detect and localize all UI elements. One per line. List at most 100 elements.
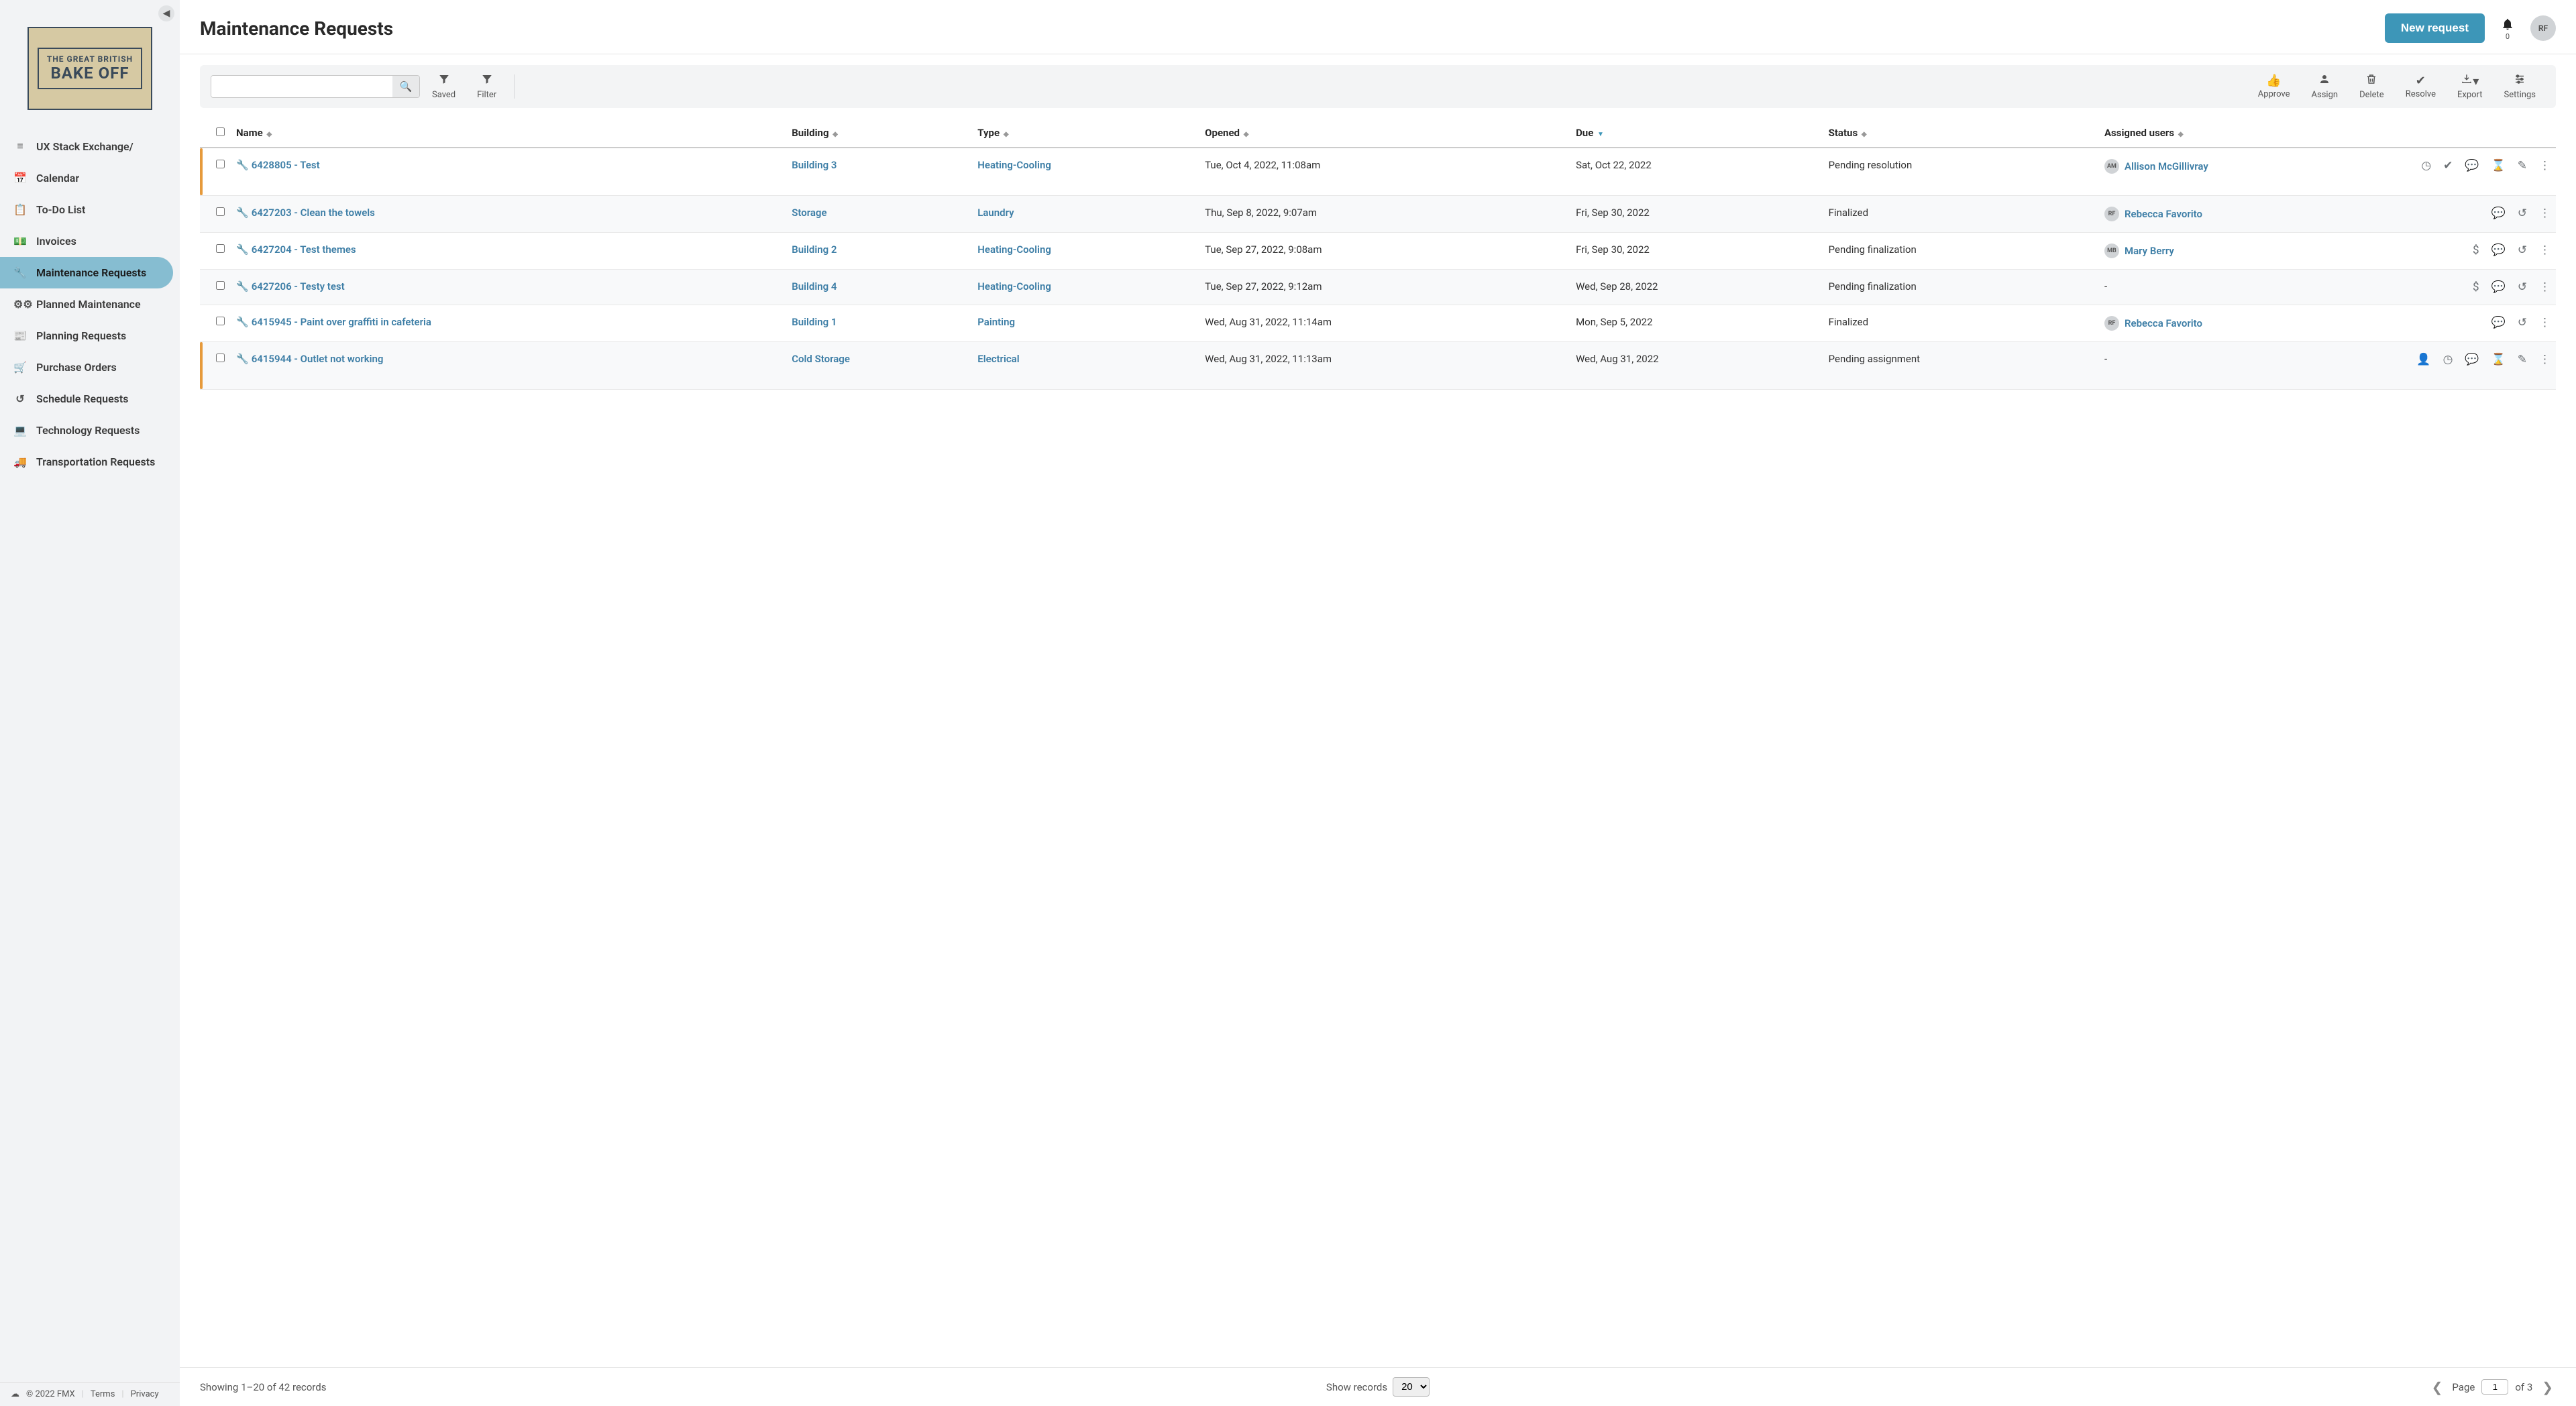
select-all-checkbox[interactable] [216,127,225,136]
export-button[interactable]: ▾ Export [2448,70,2492,103]
type-link[interactable]: Heating-Cooling [977,280,1051,292]
due-cell: Fri, Sep 30, 2022 [1570,196,1823,233]
row-action-hourglass[interactable]: ⌛ [2491,159,2506,172]
user-link[interactable]: Allison McGillivray [2125,160,2208,172]
request-link[interactable]: 🔧6427203 - Clean the towels [236,207,375,219]
building-link[interactable]: Cold Storage [792,353,850,365]
sidebar-item-planned-maintenance[interactable]: ⚙⚙Planned Maintenance [0,288,173,320]
request-link[interactable]: 🔧6415945 - Paint over graffiti in cafete… [236,316,431,328]
footer-terms-link[interactable]: Terms [91,1389,115,1399]
col-due[interactable]: Due ▼ [1570,119,1823,148]
type-link[interactable]: Heating-Cooling [977,159,1051,171]
row-action-undo[interactable]: ↺ [2518,207,2527,220]
sidebar-item-maintenance-requests[interactable]: 🔧Maintenance Requests [0,257,173,288]
saved-button[interactable]: Saved [423,70,465,103]
user-link[interactable]: Rebecca Favorito [2125,317,2202,329]
row-checkbox[interactable] [216,354,225,362]
row-action-undo[interactable]: ↺ [2518,280,2527,294]
col-opened[interactable]: Opened ◆ [1199,119,1570,148]
building-link[interactable]: Building 1 [792,316,837,328]
col-type[interactable]: Type ◆ [972,119,1199,148]
row-checkbox[interactable] [216,244,225,253]
building-link[interactable]: Building 3 [792,159,837,171]
row-checkbox[interactable] [216,317,225,325]
building-link[interactable]: Building 4 [792,280,837,292]
prev-page-button[interactable]: ❮ [2429,1379,2446,1395]
assign-button[interactable]: Assign [2302,70,2348,103]
row-action-dollar[interactable]: $ [2473,280,2479,294]
request-link[interactable]: 🔧6427204 - Test themes [236,244,356,256]
filter-icon [481,73,493,89]
sidebar-item-ux-stack-exchange-[interactable]: ≡UX Stack Exchange/ [0,130,173,162]
type-link[interactable]: Laundry [977,207,1014,219]
row-action-comment[interactable]: 💬 [2491,280,2506,294]
row-checkbox[interactable] [216,160,225,168]
request-link[interactable]: 🔧6415944 - Outlet not working [236,353,383,365]
col-name[interactable]: Name ◆ [231,119,786,148]
row-action-undo[interactable]: ↺ [2518,244,2527,257]
footer-privacy-link[interactable]: Privacy [131,1389,159,1399]
row-action-hourglass[interactable]: ⌛ [2491,353,2506,366]
resolve-button[interactable]: ✔ Resolve [2396,71,2445,102]
sidebar-item-transportation-requests[interactable]: 🚚Transportation Requests [0,446,173,478]
row-actions: 💬 ↺ ⋮ [2414,207,2551,220]
building-link[interactable]: Building 2 [792,244,837,256]
row-action-dollar[interactable]: $ [2473,244,2479,257]
next-page-button[interactable]: ❯ [2539,1379,2556,1395]
row-checkbox[interactable] [216,207,225,216]
row-action-menu[interactable]: ⋮ [2539,207,2551,220]
row-action-clock[interactable]: ◷ [2443,353,2453,366]
row-action-edit[interactable]: ✎ [2518,353,2527,366]
row-action-comment[interactable]: 💬 [2491,316,2506,329]
sidebar-item-calendar[interactable]: 📅Calendar [0,162,173,194]
sidebar-item-schedule-requests[interactable]: ↺Schedule Requests [0,383,173,415]
wrench-icon: 🔧 [236,159,249,171]
user-link[interactable]: Rebecca Favorito [2125,208,2202,220]
col-building[interactable]: Building ◆ [786,119,972,148]
notifications-button[interactable]: 0 [2501,15,2514,41]
col-status[interactable]: Status ◆ [1823,119,2099,148]
filter-button[interactable]: Filter [468,70,506,103]
search-button[interactable]: 🔍 [392,76,419,97]
type-link[interactable]: Heating-Cooling [977,244,1051,256]
row-action-check[interactable]: ✔ [2443,159,2453,172]
request-link[interactable]: 🔧6428805 - Test [236,159,320,171]
row-action-clock[interactable]: ◷ [2421,159,2431,172]
sidebar-item-planning-requests[interactable]: 📰Planning Requests [0,320,173,352]
row-action-menu[interactable]: ⋮ [2539,316,2551,329]
sidebar-item-label: Purchase Orders [36,361,117,374]
type-link[interactable]: Electrical [977,353,1019,365]
user-link[interactable]: Mary Berry [2125,245,2174,257]
sidebar-item-purchase-orders[interactable]: 🛒Purchase Orders [0,352,173,383]
sidebar-item-invoices[interactable]: 💵Invoices [0,225,173,257]
row-action-undo[interactable]: ↺ [2518,316,2527,329]
row-action-comment[interactable]: 💬 [2491,207,2506,220]
search-input[interactable] [211,76,392,97]
building-link[interactable]: Storage [792,207,826,219]
sidebar-collapse-button[interactable]: ◀ [158,5,174,21]
row-action-comment[interactable]: 💬 [2491,244,2506,257]
row-action-menu[interactable]: ⋮ [2539,159,2551,172]
row-action-menu[interactable]: ⋮ [2539,353,2551,366]
row-action-menu[interactable]: ⋮ [2539,280,2551,294]
avatar[interactable]: RF [2530,15,2556,41]
row-action-comment[interactable]: 💬 [2465,353,2479,366]
delete-button[interactable]: Delete [2350,70,2394,103]
approve-button[interactable]: 👍 Approve [2249,71,2300,102]
page-input[interactable] [2481,1379,2508,1395]
row-action-edit[interactable]: ✎ [2518,159,2527,172]
row-action-menu[interactable]: ⋮ [2539,244,2551,257]
sidebar-item-technology-requests[interactable]: 💻Technology Requests [0,415,173,446]
request-link[interactable]: 🔧6427206 - Testy test [236,280,345,292]
row-action-user[interactable]: 👤 [2416,353,2430,366]
row-action-comment[interactable]: 💬 [2465,159,2479,172]
col-assigned[interactable]: Assigned users ◆ [2099,119,2408,148]
sidebar-item-to-do-list[interactable]: 📋To-Do List [0,194,173,225]
records-per-page-select[interactable]: 20 [1393,1377,1430,1397]
row-checkbox[interactable] [216,281,225,290]
table-row: 🔧6427206 - Testy test Building 4 Heating… [200,270,2556,305]
settings-button[interactable]: Settings [2495,70,2545,103]
wrench-icon: 🔧 [236,353,249,365]
new-request-button[interactable]: New request [2385,13,2485,43]
type-link[interactable]: Painting [977,316,1015,328]
